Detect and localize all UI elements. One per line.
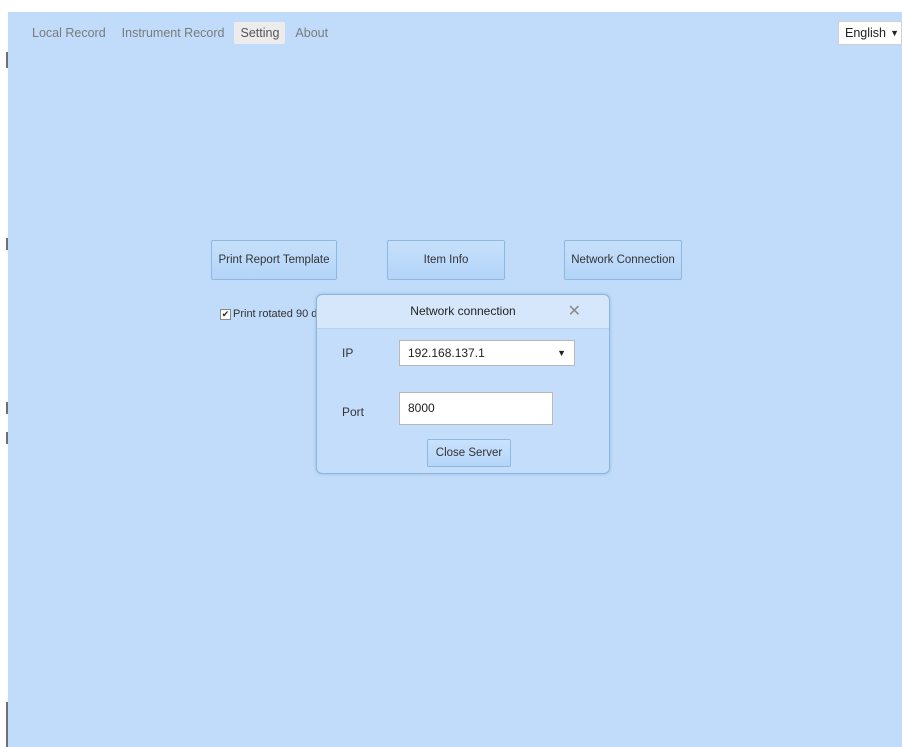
port-label: Port: [342, 405, 365, 419]
tab-instrument-record[interactable]: Instrument Record: [116, 22, 231, 44]
network-connection-button[interactable]: Network Connection: [564, 240, 682, 280]
network-connection-dialog: Network connection ✕ IP 192.168.137.1 ▼ …: [316, 294, 610, 474]
ip-label: IP: [342, 346, 354, 360]
language-select[interactable]: English ▼: [838, 21, 902, 45]
checkmark-icon[interactable]: ✔: [220, 308, 231, 320]
top-nav: Local Record Instrument Record Setting A…: [26, 21, 338, 45]
tab-setting[interactable]: Setting: [234, 22, 286, 44]
tab-local-record[interactable]: Local Record: [26, 22, 112, 44]
item-info-button[interactable]: Item Info: [387, 240, 505, 280]
tab-about[interactable]: About: [289, 22, 334, 44]
print-report-template-button[interactable]: Print Report Template: [211, 240, 337, 280]
port-input[interactable]: 8000: [399, 392, 553, 425]
print-rotated-label: Print rotated 90 d: [233, 308, 318, 320]
app-window: Local Record Instrument Record Setting A…: [8, 12, 902, 747]
dialog-title: Network connection: [410, 304, 516, 318]
print-rotated-option[interactable]: ✔ Print rotated 90 d: [220, 308, 317, 320]
language-value: English: [845, 26, 886, 40]
ip-value: 192.168.137.1: [408, 346, 485, 360]
ip-select[interactable]: 192.168.137.1 ▼: [399, 340, 575, 366]
caret-down-icon: ▼: [890, 28, 899, 38]
dialog-header: Network connection ✕: [317, 295, 609, 329]
caret-down-icon: ▼: [557, 348, 566, 358]
close-icon[interactable]: ✕: [568, 301, 581, 321]
close-server-button[interactable]: Close Server: [427, 439, 511, 467]
